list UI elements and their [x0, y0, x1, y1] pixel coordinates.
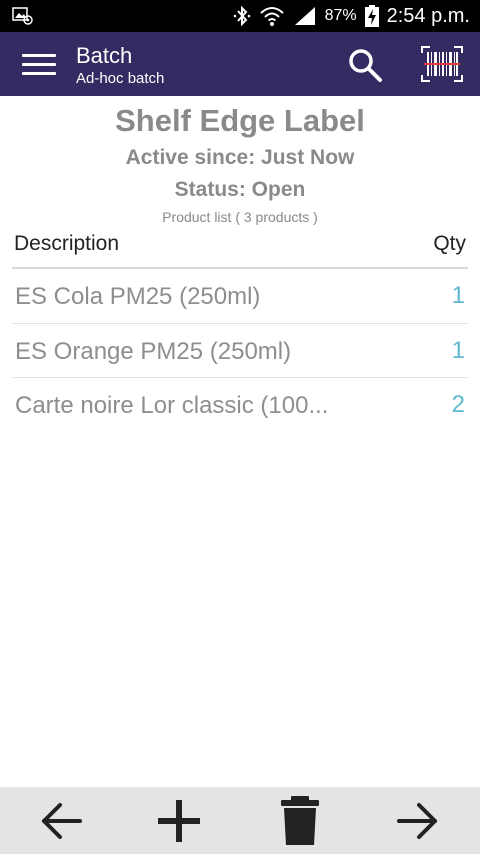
arrow-forward-icon[interactable] — [393, 796, 443, 846]
product-qty: 1 — [451, 282, 465, 309]
menu-icon — [22, 54, 56, 57]
list-item[interactable]: Carte noire Lor classic (100... 2 — [0, 378, 480, 433]
signal-icon — [294, 7, 315, 25]
list-item[interactable]: ES Orange PM25 (250ml) 1 — [0, 324, 480, 378]
batch-name: Shelf Edge Label — [115, 103, 365, 138]
app-bar: Batch Ad-hoc batch — [0, 32, 480, 96]
qty-column-header: Qty — [433, 232, 466, 255]
clock: 2:54 p.m. — [386, 4, 470, 27]
product-count: Product list ( 3 products ) — [162, 209, 318, 225]
product-qty: 2 — [451, 391, 465, 418]
status-bar: 87% 2:54 p.m. — [0, 0, 480, 32]
product-description: Carte noire Lor classic (100... — [15, 392, 329, 419]
barcode-icon[interactable] — [420, 45, 464, 83]
app-bar-subtitle: Ad-hoc batch — [76, 70, 165, 87]
battery-percent: 87% — [324, 7, 357, 24]
product-description: ES Orange PM25 (250ml) — [15, 337, 292, 365]
product-list: ES Cola PM25 (250ml) 1 ES Orange PM25 (2… — [0, 269, 480, 433]
notification-icon — [12, 7, 33, 25]
arrow-back-icon[interactable] — [36, 796, 86, 846]
description-column-header: Description — [14, 232, 120, 255]
batch-screen: 87% 2:54 p.m. Batch Ad-hoc batch Shelf E… — [0, 0, 480, 854]
bottom-bar — [0, 787, 480, 854]
search-icon[interactable] — [347, 47, 383, 83]
wifi-icon — [259, 7, 284, 26]
bluetooth-icon — [233, 5, 250, 27]
list-item[interactable]: ES Cola PM25 (250ml) 1 — [0, 269, 480, 324]
menu-button[interactable] — [22, 52, 56, 78]
app-bar-title: Batch — [76, 43, 133, 68]
delete-icon[interactable] — [275, 796, 325, 846]
active-since: Active since: Just Now — [125, 146, 355, 169]
batch-status: Status: Open — [174, 178, 306, 201]
product-description: ES Cola PM25 (250ml) — [15, 283, 261, 310]
table-header: Description Qty — [0, 230, 480, 268]
add-icon[interactable] — [154, 796, 204, 846]
battery-charging-icon — [364, 5, 379, 27]
product-qty: 1 — [451, 336, 465, 364]
